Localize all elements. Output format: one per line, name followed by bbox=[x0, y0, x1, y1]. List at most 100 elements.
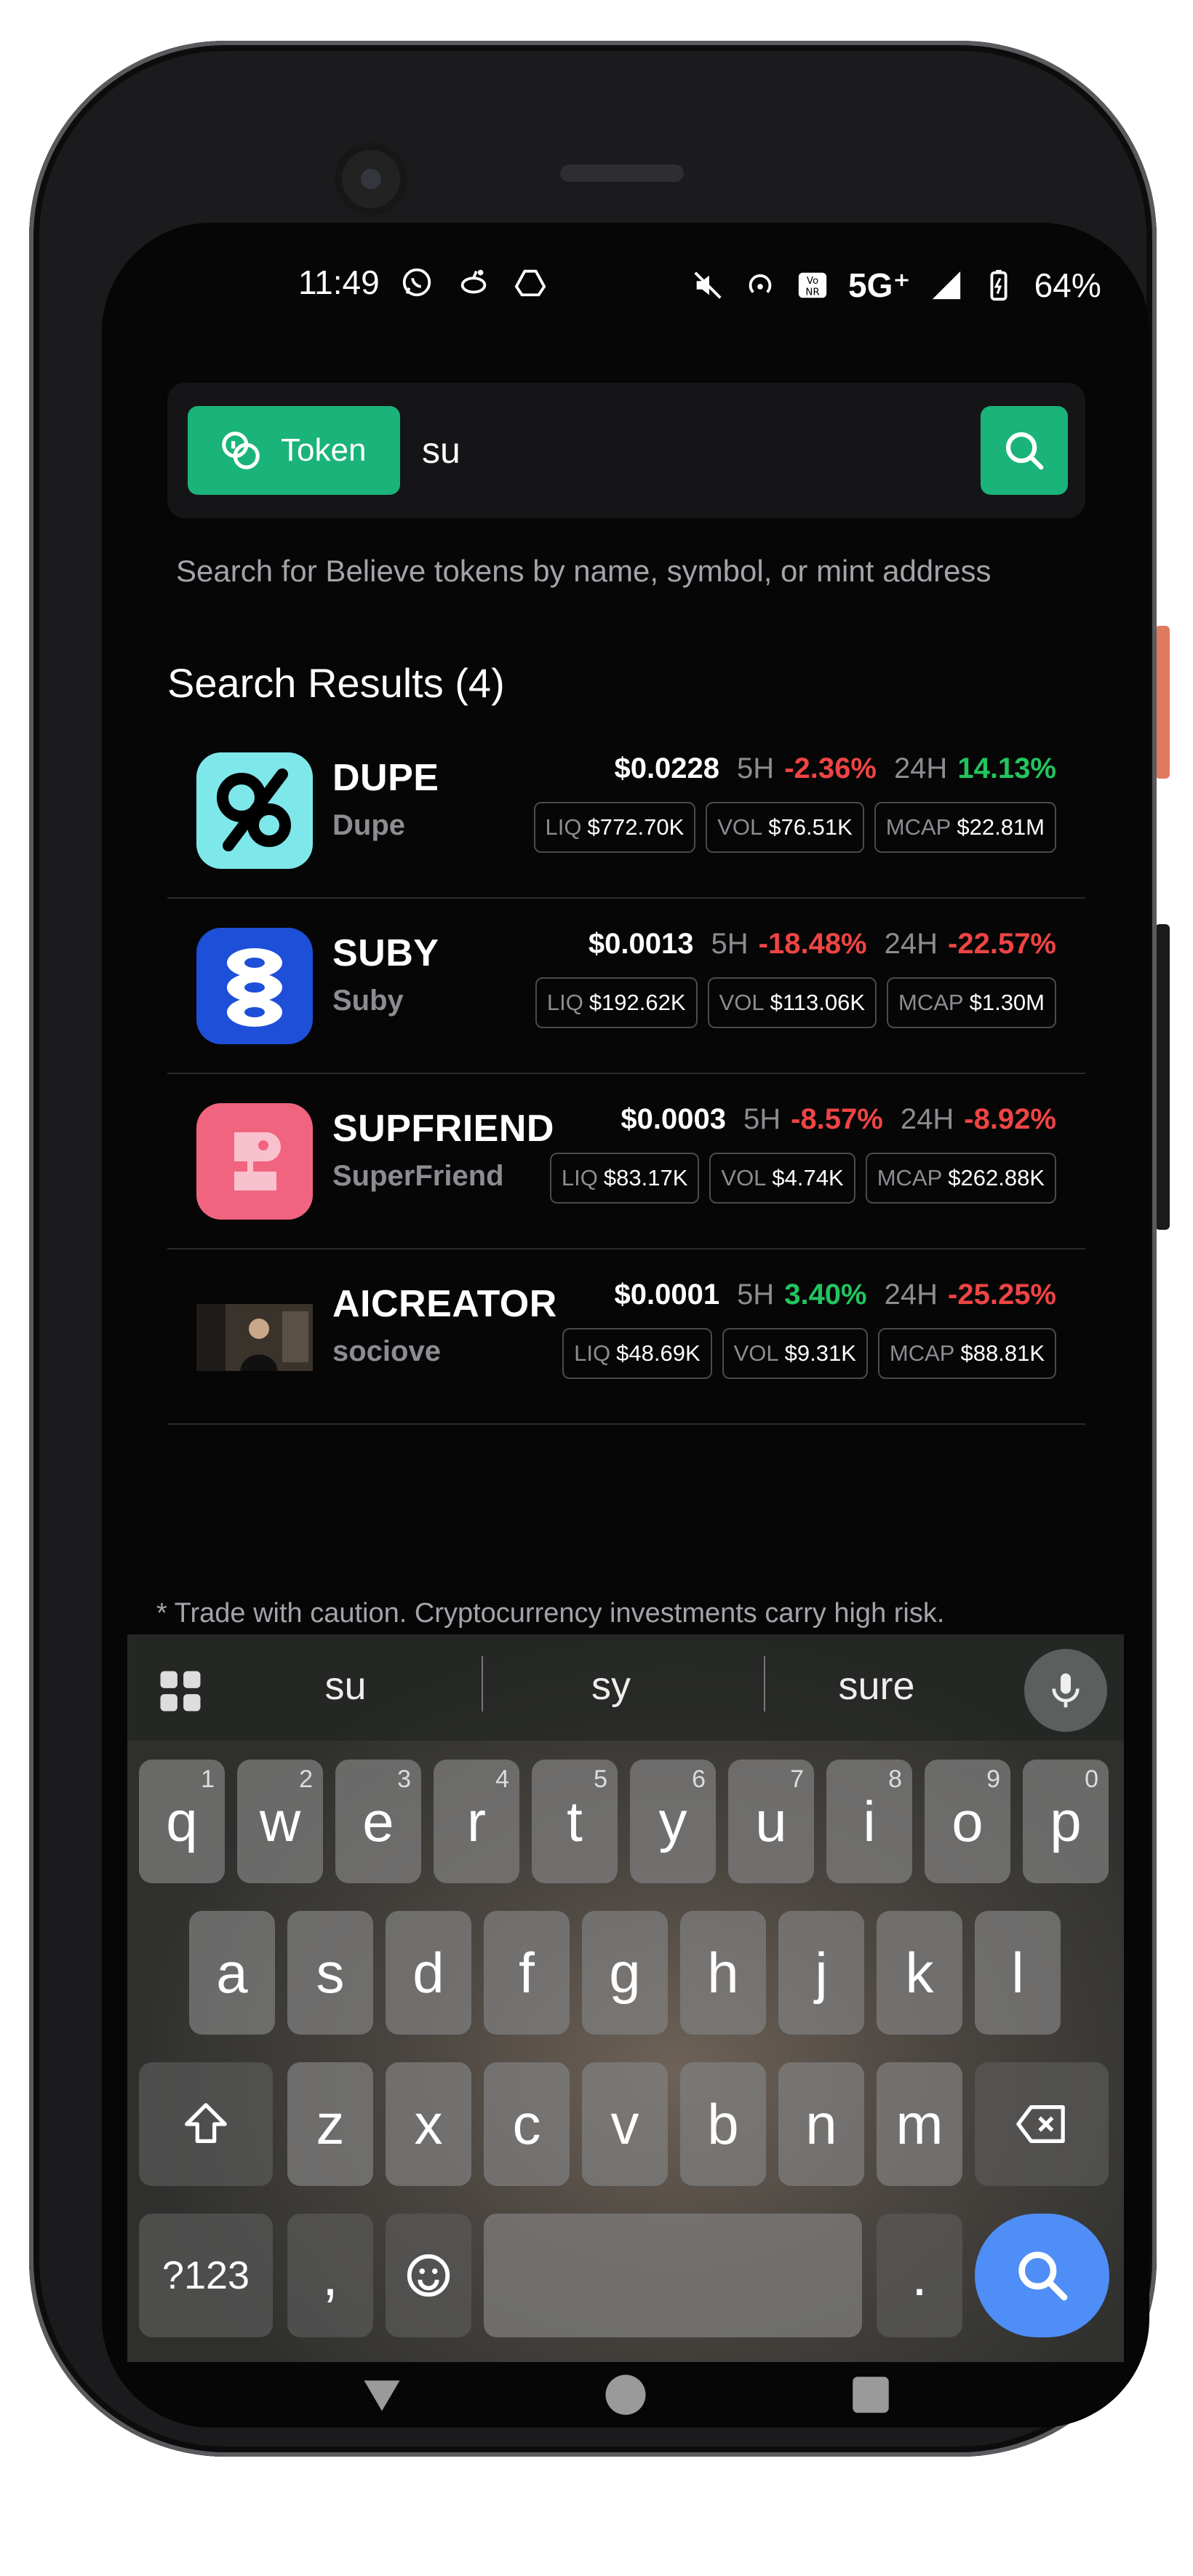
key-x[interactable]: x bbox=[386, 2062, 471, 2186]
token-avatar bbox=[196, 1304, 313, 1371]
change-24h-label: 24H bbox=[884, 928, 938, 960]
mcap-pill: MCAP $88.81K bbox=[877, 1328, 1056, 1379]
token-avatar bbox=[196, 752, 313, 869]
key-v[interactable]: v bbox=[582, 2062, 668, 2186]
liquidity-pill: LIQ $48.69K bbox=[562, 1328, 712, 1379]
key-s[interactable]: s bbox=[287, 1911, 373, 2035]
key-b[interactable]: b bbox=[680, 2062, 766, 2186]
microphone-icon bbox=[1052, 1673, 1080, 1708]
back-icon[interactable] bbox=[360, 2375, 404, 2414]
key-hint: 2 bbox=[299, 1765, 313, 1793]
key-u[interactable]: u7 bbox=[728, 1760, 814, 1883]
liq-value: $772.70K bbox=[587, 814, 685, 840]
volume-pill: VOL $4.74K bbox=[709, 1153, 855, 1204]
change-5h-label: 5H bbox=[711, 928, 749, 960]
search-input[interactable] bbox=[422, 406, 917, 495]
key-w[interactable]: w2 bbox=[237, 1760, 323, 1883]
mcap-label: MCAP bbox=[885, 814, 951, 840]
key-label: i bbox=[863, 1789, 876, 1853]
screen: 11:49 Vo NR 5G⁺ 64% Token su Search for … bbox=[102, 223, 1149, 2428]
home-icon[interactable] bbox=[604, 2373, 647, 2417]
token-price: $0.0003 bbox=[621, 1103, 726, 1135]
space-bar[interactable] bbox=[484, 2214, 862, 2337]
period-key[interactable]: . bbox=[877, 2214, 962, 2337]
key-hint: 3 bbox=[397, 1765, 411, 1793]
apps-grid-icon[interactable] bbox=[156, 1667, 204, 1715]
vol-label: VOL bbox=[733, 1340, 779, 1366]
suggestion-1[interactable]: su bbox=[236, 1663, 455, 1709]
token-symbol: SUPFRIEND bbox=[332, 1108, 554, 1150]
mcap-pill: MCAP $1.30M bbox=[887, 977, 1056, 1028]
power-button bbox=[1155, 924, 1170, 1230]
key-r[interactable]: r4 bbox=[434, 1760, 519, 1883]
key-hint: 8 bbox=[888, 1765, 902, 1793]
system-icons: Vo NR 5G⁺ 64% bbox=[691, 266, 1101, 305]
key-j[interactable]: j bbox=[778, 1911, 864, 2035]
key-label: e bbox=[362, 1789, 394, 1853]
notification-icons bbox=[400, 266, 547, 299]
key-f[interactable]: f bbox=[484, 1911, 570, 2035]
liq-label: LIQ bbox=[545, 814, 582, 840]
change-24h: -22.57% bbox=[948, 928, 1056, 960]
emoji-key[interactable] bbox=[386, 2214, 471, 2337]
key-l[interactable]: l bbox=[975, 1911, 1061, 2035]
key-t[interactable]: t5 bbox=[532, 1760, 618, 1883]
key-y[interactable]: y6 bbox=[630, 1760, 716, 1883]
key-q[interactable]: q1 bbox=[139, 1760, 225, 1883]
phone-frame: 11:49 Vo NR 5G⁺ 64% Token su Search for … bbox=[29, 41, 1157, 2457]
recents-icon[interactable] bbox=[851, 2375, 890, 2414]
key-label: u bbox=[755, 1789, 787, 1853]
key-g[interactable]: g bbox=[582, 1911, 668, 2035]
search-button[interactable] bbox=[981, 406, 1068, 495]
mcap-label: MCAP bbox=[898, 990, 964, 1015]
key-i[interactable]: i8 bbox=[826, 1760, 912, 1883]
change-24h-label: 24H bbox=[893, 752, 948, 784]
volume-pill: VOL $9.31K bbox=[722, 1328, 868, 1379]
key-k[interactable]: k bbox=[877, 1911, 962, 2035]
key-n[interactable]: n bbox=[778, 2062, 864, 2186]
vol-label: VOL bbox=[717, 814, 763, 840]
search-enter-key[interactable] bbox=[975, 2214, 1109, 2337]
key-o[interactable]: o9 bbox=[925, 1760, 1010, 1883]
result-row-dupe[interactable]: DUPE Dupe $0.0228 5H -2.36% 24H 14.13% L… bbox=[167, 723, 1085, 899]
token-metrics: LIQ $192.62K VOL $113.06K MCAP $1.30M bbox=[535, 977, 1056, 1028]
key-m[interactable]: m bbox=[877, 2062, 962, 2186]
change-24h-label: 24H bbox=[900, 1103, 954, 1135]
mute-icon bbox=[694, 271, 722, 299]
token-mode-button[interactable]: Token bbox=[188, 406, 400, 495]
mcap-pill: MCAP $262.88K bbox=[865, 1153, 1056, 1204]
token-name: SuperFriend bbox=[332, 1160, 504, 1192]
key-hint: 1 bbox=[201, 1765, 215, 1793]
result-row-aicreator[interactable]: AICREATOR sociove $0.0001 5H 3.40% 24H -… bbox=[167, 1249, 1085, 1425]
backspace-key[interactable] bbox=[975, 2062, 1109, 2186]
key-h[interactable]: h bbox=[680, 1911, 766, 2035]
result-row-suby[interactable]: SUBY Suby $0.0013 5H -18.48% 24H -22.57%… bbox=[167, 899, 1085, 1074]
battery-percent: 64% bbox=[1034, 266, 1101, 304]
change-24h: 14.13% bbox=[957, 752, 1056, 784]
key-a[interactable]: a bbox=[189, 1911, 275, 2035]
token-stats: $0.0003 5H -8.57% 24H -8.92% bbox=[621, 1103, 1056, 1136]
key-d[interactable]: d bbox=[386, 1911, 471, 2035]
suggestion-3[interactable]: sure bbox=[767, 1663, 986, 1709]
voice-input-button[interactable] bbox=[1024, 1649, 1107, 1732]
vonr-icon: VoNR bbox=[798, 272, 827, 298]
token-name: Suby bbox=[332, 985, 404, 1017]
result-row-supfriend[interactable]: SUPFRIEND SuperFriend $0.0003 5H -8.57% … bbox=[167, 1074, 1085, 1249]
key-hint: 6 bbox=[692, 1765, 706, 1793]
results-title: Search Results (4) bbox=[167, 660, 505, 706]
symbols-key[interactable]: ?123 bbox=[139, 2214, 273, 2337]
mcap-pill: MCAP $22.81M bbox=[874, 802, 1056, 853]
key-z[interactable]: z bbox=[287, 2062, 373, 2186]
mcap-label: MCAP bbox=[889, 1340, 955, 1366]
shift-key[interactable] bbox=[139, 2062, 273, 2186]
change-24h: -8.92% bbox=[964, 1103, 1056, 1135]
key-p[interactable]: p0 bbox=[1023, 1760, 1109, 1883]
suggestion-strip: su sy sure bbox=[127, 1634, 1124, 1741]
token-mode-label: Token bbox=[281, 432, 367, 468]
vol-value: $4.74K bbox=[772, 1165, 844, 1190]
front-camera bbox=[342, 150, 400, 208]
suggestion-2[interactable]: sy bbox=[502, 1663, 720, 1709]
key-e[interactable]: e3 bbox=[335, 1760, 421, 1883]
key-c[interactable]: c bbox=[484, 2062, 570, 2186]
comma-key[interactable]: , bbox=[287, 2214, 373, 2337]
